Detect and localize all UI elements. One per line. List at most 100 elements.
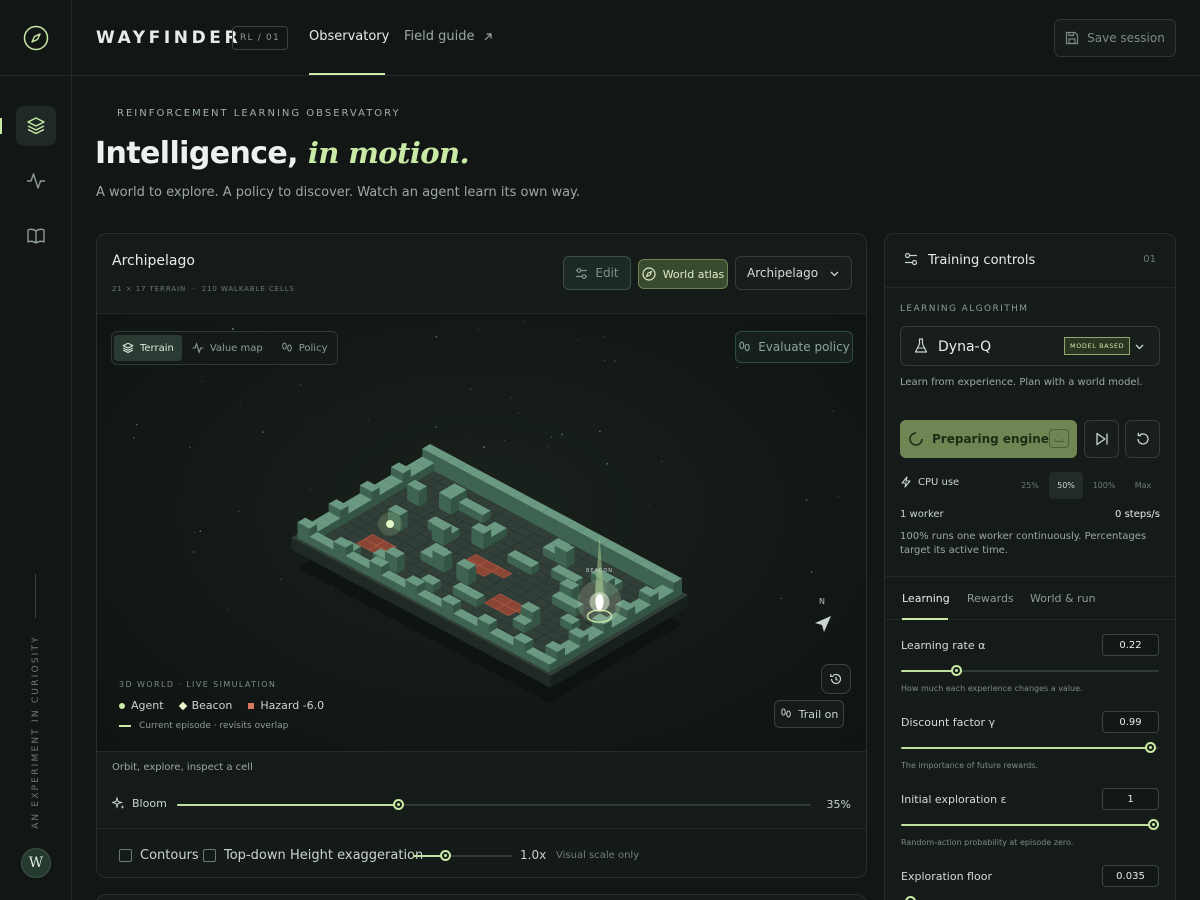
view-mode-policy[interactable]: Policy: [273, 335, 336, 361]
rotate-ccw-icon: [1136, 432, 1149, 445]
star: [599, 430, 601, 433]
initial-exploration-slider[interactable]: [901, 819, 1159, 830]
view-mode-value-map[interactable]: Value map: [184, 335, 271, 361]
star: [548, 445, 550, 447]
slider-thumb[interactable]: [951, 665, 963, 676]
view-mode-terrain[interactable]: Terrain: [114, 335, 182, 361]
world-viewport[interactable]: BEACON Terrain Value map Policy Evaluate…: [97, 314, 866, 751]
star: [367, 418, 369, 420]
learning-rate-input[interactable]: 0.22: [1102, 634, 1159, 656]
star: [606, 462, 609, 465]
training-controls-panel: Training controls 01 LEARNING ALGORITHM …: [884, 233, 1176, 900]
cpu-option-50[interactable]: 50%: [1049, 472, 1083, 499]
star: [201, 380, 203, 382]
star: [189, 446, 192, 449]
nav-tab-field-guide[interactable]: Field guide: [404, 29, 493, 44]
save-session-button[interactable]: Save session: [1054, 19, 1176, 57]
beacon-core: [595, 594, 604, 611]
star: [470, 388, 472, 390]
beacon-label: BEACON: [586, 568, 613, 574]
world-select[interactable]: Archipelago: [735, 256, 852, 290]
height-exaggeration-slider[interactable]: [413, 850, 512, 861]
compass-logo-icon[interactable]: [0, 0, 72, 76]
height-exaggeration-note: Visual scale only: [556, 850, 640, 861]
height-slider-thumb[interactable]: [440, 850, 451, 861]
cpu-option-max[interactable]: Max: [1126, 472, 1160, 499]
edit-world-button[interactable]: Edit: [563, 256, 631, 290]
footprints-icon: [281, 342, 292, 352]
contours-checkbox[interactable]: Contours: [119, 848, 199, 863]
learning-rate-slider[interactable]: [901, 665, 1159, 676]
cpu-note: 100% runs one worker continuously. Perce…: [900, 531, 1147, 556]
tab-rewards[interactable]: Rewards: [967, 592, 1014, 605]
evaluate-policy-label: Evaluate policy: [758, 340, 850, 354]
reset-training-button[interactable]: [1125, 420, 1160, 458]
discount-factor-slider[interactable]: [901, 742, 1159, 753]
atlas-label: World atlas: [662, 267, 725, 281]
panel-header: Training controls 01: [885, 234, 1175, 288]
steps-per-second: 0 steps/s: [1115, 509, 1160, 520]
star: [715, 437, 717, 439]
star: [262, 431, 264, 433]
bloom-slider-thumb[interactable]: [392, 799, 404, 810]
star: [156, 577, 157, 579]
display-options: Contours Top-down Height exaggeration 1.…: [97, 828, 866, 877]
trail-toggle-button[interactable]: Trail on: [774, 700, 844, 728]
discount-factor-input[interactable]: 0.99: [1102, 711, 1159, 733]
slider-thumb[interactable]: [1148, 819, 1159, 830]
avatar[interactable]: W: [21, 848, 51, 878]
prepare-engine-button[interactable]: Preparing engine: [900, 420, 1077, 458]
cpu-option-25[interactable]: 25%: [1013, 472, 1047, 499]
rail-item-metrics[interactable]: [16, 161, 56, 201]
tab-world-run[interactable]: World & run: [1030, 592, 1096, 605]
spinner-icon: [909, 432, 923, 446]
tab-learning[interactable]: Learning: [902, 592, 950, 605]
star: [132, 436, 135, 439]
star: [299, 384, 302, 386]
view-mode-label: Terrain: [140, 342, 174, 354]
evaluate-policy-button[interactable]: Evaluate policy: [735, 331, 853, 363]
star: [604, 359, 606, 362]
topdown-checkbox[interactable]: Top-down: [203, 848, 286, 863]
slider-thumb[interactable]: [1145, 742, 1157, 753]
top-bar: WAYFINDER RL / 01 Observatory Field guid…: [72, 0, 1200, 76]
nav-tab-label: Field guide: [404, 29, 475, 44]
algorithm-section-label: LEARNING ALGORITHM: [900, 304, 1029, 314]
star: [194, 531, 197, 534]
star: [510, 397, 512, 399]
zap-icon: [901, 476, 911, 488]
legend-trail: Current episode · revisits overlap: [119, 721, 288, 731]
rail-item-guide[interactable]: [16, 216, 56, 256]
step-forward-button[interactable]: [1084, 420, 1119, 458]
activity-icon: [27, 173, 45, 189]
world-atlas-button[interactable]: World atlas: [638, 259, 728, 289]
star: [780, 597, 782, 600]
exploration-floor-input[interactable]: 0.035: [1102, 865, 1159, 887]
bloom-slider[interactable]: [177, 799, 811, 810]
topdown-label: Top-down: [224, 848, 286, 863]
reset-view-button[interactable]: [821, 664, 851, 694]
layers-icon: [122, 342, 134, 354]
initial-exploration-input[interactable]: 1: [1102, 788, 1159, 810]
star: [561, 433, 563, 436]
arrow-up-right-icon: [484, 32, 492, 40]
page-title: Intelligence, in motion.: [95, 136, 470, 171]
rail-item-world[interactable]: [16, 106, 56, 146]
next-card: [96, 894, 867, 900]
book-icon: [27, 228, 45, 244]
footprints-icon: [780, 708, 791, 718]
brand-name: WAYFINDER: [96, 28, 242, 48]
nav-tab-observatory[interactable]: Observatory: [309, 29, 389, 44]
cpu-option-100[interactable]: 100%: [1087, 472, 1121, 499]
learning-rate-note: How much each experience changes a value…: [901, 684, 1083, 693]
algorithm-select[interactable]: Dyna-Q MODEL BASED: [900, 326, 1160, 366]
legend-label: Agent: [131, 699, 164, 712]
star: [465, 437, 467, 439]
star: [832, 410, 835, 413]
navigation-arrow-icon[interactable]: [813, 614, 833, 634]
footprints-icon: [739, 341, 750, 351]
checkbox-box[interactable]: [119, 849, 132, 862]
slider-thumb[interactable]: [904, 896, 916, 900]
cpu-use-text: CPU use: [918, 476, 960, 488]
checkbox-box[interactable]: [203, 849, 216, 862]
